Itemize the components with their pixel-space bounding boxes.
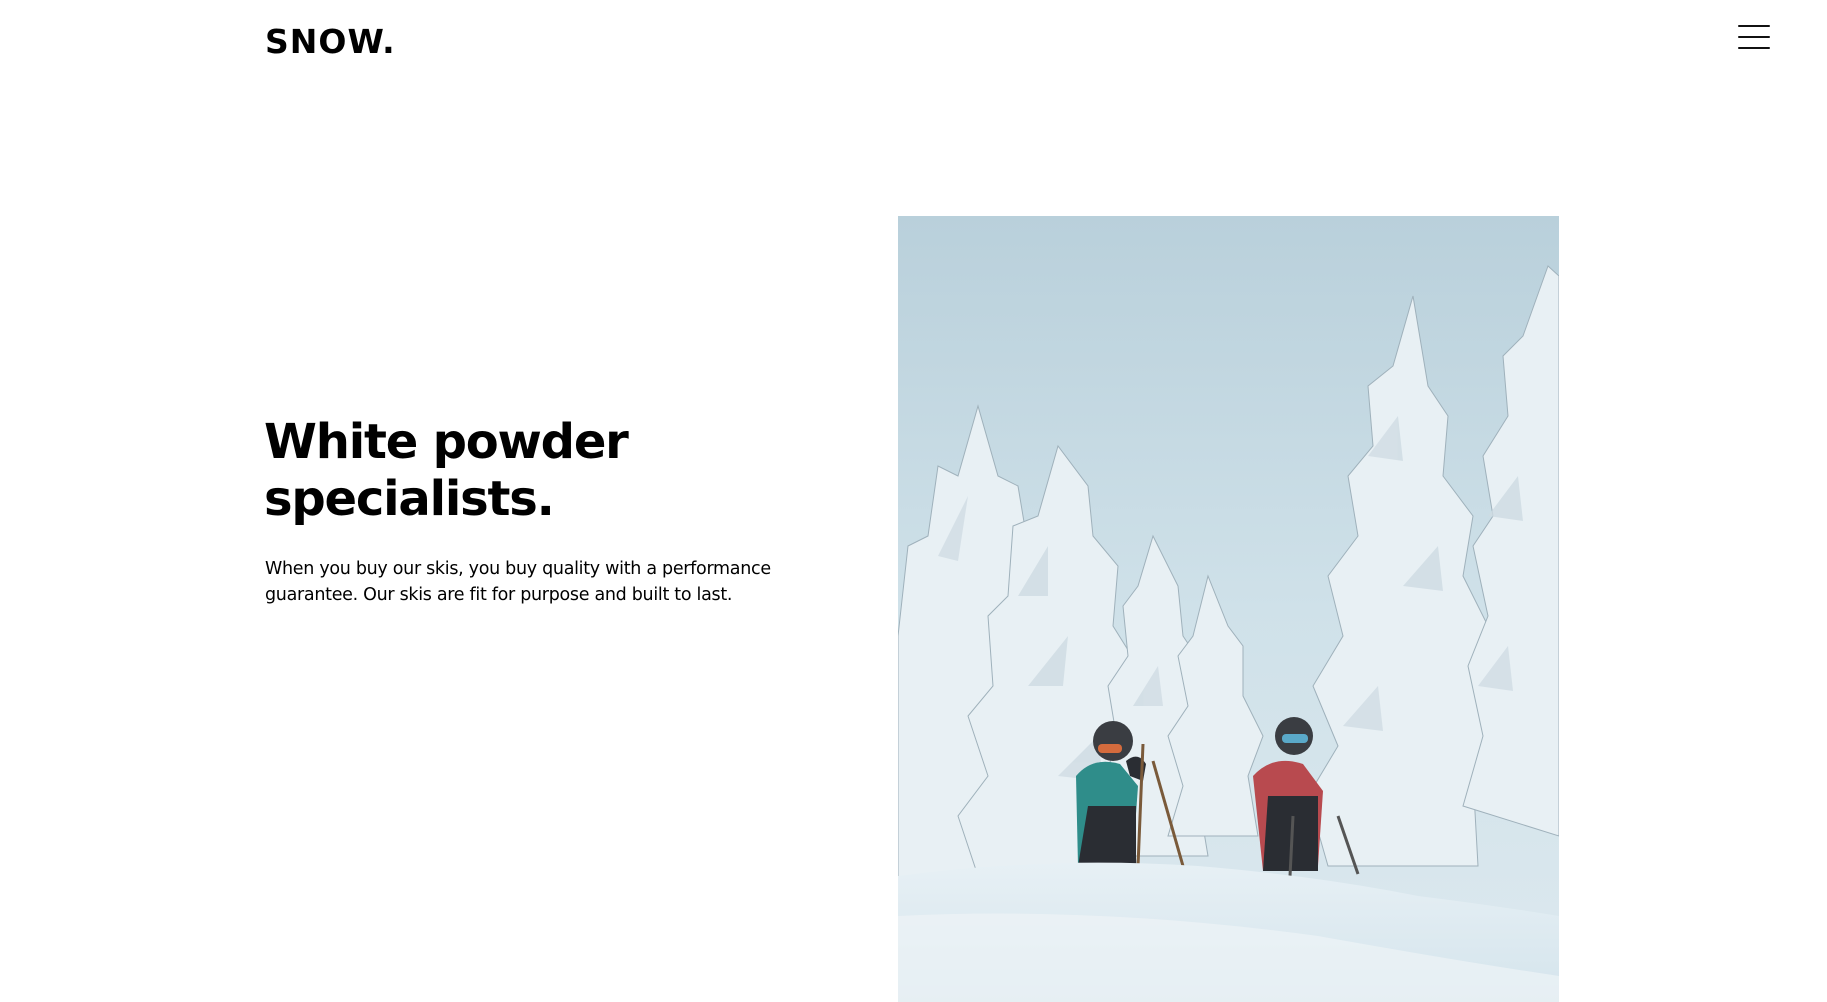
menu-line bbox=[1738, 36, 1770, 38]
page: SNOW. White powder specialists. When you… bbox=[0, 0, 1827, 1002]
snowy-forest-skiers-image bbox=[898, 216, 1559, 1002]
menu-line bbox=[1738, 25, 1770, 27]
site-logo[interactable]: SNOW. bbox=[265, 18, 396, 66]
menu-line bbox=[1738, 47, 1770, 49]
hero-photo bbox=[898, 216, 1559, 1002]
hamburger-menu-icon[interactable] bbox=[1736, 20, 1772, 54]
hero-description: When you buy our skis, you buy quality w… bbox=[265, 559, 771, 605]
hero-heading: White powder specialists. bbox=[264, 414, 629, 527]
